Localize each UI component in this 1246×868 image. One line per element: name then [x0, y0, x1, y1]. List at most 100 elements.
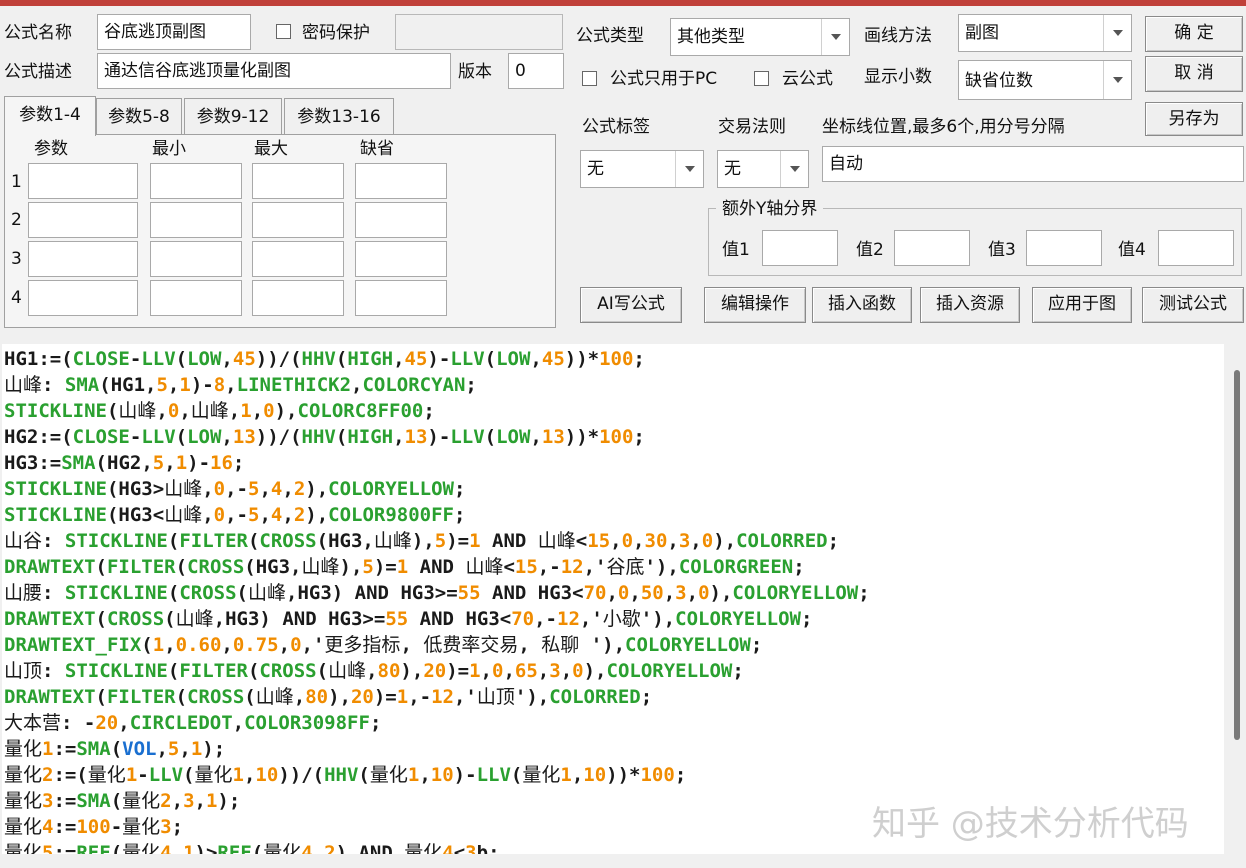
axis-position-label: 坐标线位置,最多6个,用分号分隔: [822, 117, 1065, 137]
code-line: 量化5:=REF(量化4,1)>REF(量化4,2) AND 量化4<3b;: [4, 842, 500, 854]
param-4-name-input[interactable]: [28, 280, 138, 316]
cloud-checkbox[interactable]: [754, 71, 769, 86]
pc-only-label: 公式只用于PC: [610, 69, 718, 89]
trade-rule-select[interactable]: 无: [717, 150, 809, 188]
edit-operation-button[interactable]: 编辑操作: [704, 287, 806, 323]
param-4-default-input[interactable]: [355, 280, 447, 316]
code-line: 山谷: STICKLINE(FILTER(CROSS(HG3,山峰),5)=1 …: [4, 530, 840, 552]
chevron-down-icon[interactable]: [780, 151, 808, 187]
version-input[interactable]: 0: [508, 53, 564, 89]
draw-method-select[interactable]: 副图: [958, 14, 1132, 52]
param-3-name-input[interactable]: [28, 241, 138, 277]
chevron-down-icon[interactable]: [821, 19, 849, 55]
value4-input[interactable]: [1158, 230, 1234, 266]
param-3-max-input[interactable]: [252, 241, 344, 277]
code-line: HG2:=(CLOSE-LLV(LOW,13))/(HHV(HIGH,13)-L…: [4, 426, 645, 448]
param-header-min: 最小: [152, 139, 186, 159]
pc-only-checkbox[interactable]: [582, 71, 597, 86]
ai-write-formula-button[interactable]: AI写公式: [580, 287, 682, 323]
password-checkbox[interactable]: [276, 24, 291, 39]
draw-method-value: 副图: [965, 23, 999, 43]
vertical-scrollbar-thumb[interactable]: [1234, 370, 1240, 740]
param-header-name: 参数: [34, 139, 68, 159]
param-header-default: 缺省: [360, 139, 394, 159]
chevron-down-icon[interactable]: [675, 151, 703, 187]
code-line: STICKLINE(山峰,0,山峰,1,0),COLORC8FF00;: [4, 400, 435, 422]
password-input[interactable]: [395, 14, 563, 50]
code-line: 量化2:=(量化1-LLV(量化1,10))/(HHV(量化1,10)-LLV(…: [4, 764, 687, 786]
cancel-button[interactable]: 取 消: [1145, 56, 1243, 92]
horizontal-scrollbar[interactable]: [0, 854, 1246, 868]
password-label: 密码保护: [302, 23, 370, 43]
cloud-label: 云公式: [782, 69, 833, 89]
code-line: 量化1:=SMA(VOL,5,1);: [4, 738, 226, 760]
axis-position-input[interactable]: 自动: [822, 146, 1244, 182]
formula-name-label: 公式名称: [4, 23, 72, 43]
param-3-default-input[interactable]: [355, 241, 447, 277]
param-1-min-input[interactable]: [150, 163, 242, 199]
param-4-min-input[interactable]: [150, 280, 242, 316]
code-line: DRAWTEXT(CROSS(山峰,HG3) AND HG3>=55 AND H…: [4, 608, 813, 630]
formula-desc-label: 公式描述: [4, 62, 72, 82]
formula-tag-select[interactable]: 无: [580, 150, 704, 188]
title-bar-strip: [0, 0, 1246, 6]
formula-desc-input[interactable]: 通达信谷底逃顶量化副图: [97, 53, 451, 89]
apply-to-chart-button[interactable]: 应用于图: [1032, 287, 1132, 323]
code-line: 大本营: -20,CIRCLEDOT,COLOR3098FF;: [4, 712, 382, 734]
tab-params-5-8[interactable]: 参数5-8: [96, 98, 182, 134]
param-3-min-input[interactable]: [150, 241, 242, 277]
code-line: HG3:=SMA(HG2,5,1)-16;: [4, 452, 245, 474]
insert-resource-button[interactable]: 插入资源: [920, 287, 1020, 323]
tab-params-9-12[interactable]: 参数9-12: [184, 98, 282, 134]
param-2-max-input[interactable]: [252, 202, 344, 238]
trade-rule-label: 交易法则: [718, 117, 786, 137]
code-line: 山顶: STICKLINE(FILTER(CROSS(山峰,80),20)=1,…: [4, 660, 744, 682]
tab-params-1-4[interactable]: 参数1-4: [4, 96, 96, 136]
param-1-name-input[interactable]: [28, 163, 138, 199]
formula-name-input[interactable]: 谷底逃顶副图: [97, 14, 251, 50]
tab-params-13-16[interactable]: 参数13-16: [284, 98, 394, 134]
decimal-label: 显示小数: [864, 67, 932, 87]
chevron-down-icon[interactable]: [1103, 61, 1131, 99]
formula-tag-value: 无: [587, 159, 604, 179]
ok-button[interactable]: 确 定: [1145, 16, 1243, 52]
value3-label: 值3: [988, 240, 1016, 260]
draw-method-label: 画线方法: [864, 26, 932, 46]
param-1-default-input[interactable]: [355, 163, 447, 199]
watermark: 知乎 @技术分析代码: [872, 804, 1189, 844]
param-2-name-input[interactable]: [28, 202, 138, 238]
extra-y-axis-title: 额外Y轴分界: [716, 198, 824, 220]
param-4-max-input[interactable]: [252, 280, 344, 316]
param-row-index: 1: [11, 172, 22, 192]
param-1-max-input[interactable]: [252, 163, 344, 199]
formula-type-value: 其他类型: [677, 27, 745, 47]
param-row-index: 2: [11, 210, 22, 230]
param-2-min-input[interactable]: [150, 202, 242, 238]
save-as-button[interactable]: 另存为: [1145, 102, 1243, 136]
code-line: DRAWTEXT(FILTER(CROSS(山峰,80),20)=1,-12,'…: [4, 686, 653, 708]
trade-rule-value: 无: [724, 159, 741, 179]
code-editor[interactable]: HG1:=(CLOSE-LLV(LOW,45))/(HHV(HIGH,45)-L…: [2, 344, 1224, 854]
decimal-select[interactable]: 缺省位数: [958, 60, 1132, 100]
insert-function-button[interactable]: 插入函数: [812, 287, 912, 323]
value4-label: 值4: [1118, 240, 1146, 260]
code-line: STICKLINE(HG3<山峰,0,-5,4,2),COLOR9800FF;: [4, 504, 466, 526]
value1-input[interactable]: [762, 230, 838, 266]
code-line: DRAWTEXT(FILTER(CROSS(HG3,山峰),5)=1 AND 山…: [4, 556, 805, 578]
formula-type-select[interactable]: 其他类型: [670, 18, 850, 56]
formula-type-label: 公式类型: [576, 26, 644, 46]
param-2-default-input[interactable]: [355, 202, 447, 238]
code-lines: HG1:=(CLOSE-LLV(LOW,45))/(HHV(HIGH,45)-L…: [4, 346, 870, 854]
code-line: 山峰: SMA(HG1,5,1)-8,LINETHICK2,COLORCYAN;: [4, 374, 477, 396]
test-formula-button[interactable]: 测试公式: [1142, 287, 1244, 323]
decimal-value: 缺省位数: [965, 71, 1033, 91]
param-row-index: 4: [11, 288, 22, 308]
value1-label: 值1: [722, 240, 750, 260]
code-line: 山腰: STICKLINE(CROSS(山峰,HG3) AND HG3>=55 …: [4, 582, 870, 604]
chevron-down-icon[interactable]: [1103, 15, 1131, 51]
value2-input[interactable]: [894, 230, 970, 266]
param-header-max: 最大: [254, 139, 288, 159]
param-row-index: 3: [11, 249, 22, 269]
value3-input[interactable]: [1026, 230, 1102, 266]
code-line: 量化3:=SMA(量化2,3,1);: [4, 790, 241, 812]
